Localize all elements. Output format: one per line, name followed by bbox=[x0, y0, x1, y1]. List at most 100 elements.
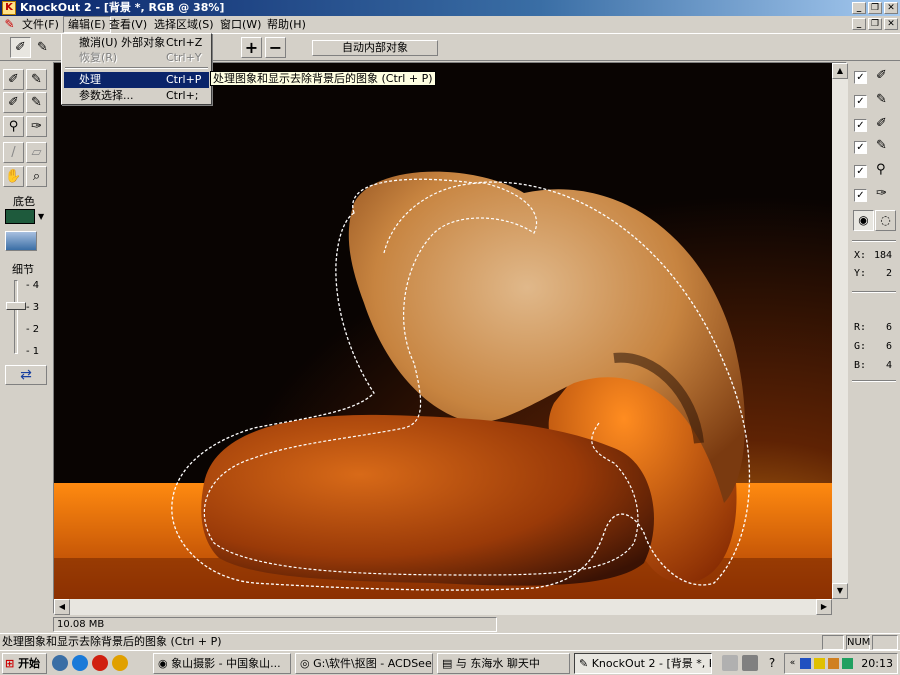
zoom-tool-icon[interactable]: ⌕ bbox=[26, 166, 47, 187]
warning-icon[interactable] bbox=[814, 658, 825, 669]
help-icon[interactable]: ? bbox=[764, 655, 780, 671]
check-icon[interactable]: ✓ bbox=[854, 189, 867, 202]
image-area[interactable] bbox=[54, 63, 832, 599]
show-desktop-icon[interactable] bbox=[52, 655, 68, 671]
internet-explorer-icon[interactable] bbox=[72, 655, 88, 671]
restore-icon[interactable]: ❐ bbox=[868, 2, 882, 14]
menu-window[interactable]: 窗口(W) bbox=[216, 16, 265, 33]
y-value: 2 bbox=[885, 268, 892, 279]
scroll-right-icon[interactable]: ▶ bbox=[816, 599, 832, 615]
y-label: Y: bbox=[854, 268, 867, 279]
scroll-up-icon[interactable]: ▲ bbox=[832, 63, 848, 79]
inside-polygon-icon[interactable]: ✐ bbox=[3, 92, 24, 113]
background-color-label: 底色 bbox=[13, 195, 35, 208]
knockout-app-icon[interactable]: K bbox=[2, 1, 16, 15]
r-value: 6 bbox=[885, 322, 892, 333]
menu-select[interactable]: 选择区域(S) bbox=[150, 16, 218, 33]
start-button[interactable]: ⊞ 开始 bbox=[2, 653, 47, 674]
layer-toggle-row[interactable]: ✓ ✑ bbox=[854, 186, 896, 204]
eraser-tool-icon[interactable]: ▱ bbox=[26, 142, 47, 163]
taskbar: ⊞ 开始 ◉ 象山摄影 - 中国象山... ◎ G:\软件\抠图 - ACDSe… bbox=[0, 650, 900, 675]
tray-expand-icon[interactable]: « bbox=[787, 658, 798, 669]
task-browser[interactable]: ◉ 象山摄影 - 中国象山... bbox=[153, 653, 291, 674]
menu-undo[interactable]: 撤消(U) 外部对象 Ctrl+Z bbox=[64, 35, 209, 51]
menu-help[interactable]: 帮助(H) bbox=[263, 16, 310, 33]
minus-button[interactable]: − bbox=[265, 37, 286, 58]
right-panel: ✓ ✐ ✓ ✎ ✓ ✐ ✓ ✎ ✓ ⚲ ✓ ✑ ◉ ◌ X: 184 Y: 2 R: 6 G: 6 … bbox=[848, 62, 900, 632]
detail-slider-track[interactable] bbox=[14, 280, 18, 354]
auto-inside-object-button[interactable]: 自动内部对象 bbox=[312, 40, 438, 56]
layer-toggle-row[interactable]: ✓ ✎ bbox=[854, 138, 896, 156]
check-icon[interactable]: ✓ bbox=[854, 71, 867, 84]
display-icon[interactable] bbox=[742, 655, 758, 671]
inside-lasso-icon[interactable]: ✐ bbox=[3, 69, 24, 90]
detail-slider-thumb[interactable] bbox=[6, 302, 26, 310]
document-icon[interactable]: ✎ bbox=[2, 17, 17, 32]
check-icon[interactable]: ✓ bbox=[854, 95, 867, 108]
scroll-left-icon[interactable]: ◀ bbox=[54, 599, 70, 615]
menu-process[interactable]: 处理 Ctrl+P bbox=[64, 72, 209, 88]
hand-tool-icon[interactable]: ✋ bbox=[3, 166, 24, 187]
title-bar[interactable]: K KnockOut 2 - [背景 *, RGB @ 38%] _ ❐ ✕ bbox=[0, 0, 900, 16]
doc-close-icon[interactable]: ✕ bbox=[884, 18, 898, 30]
layer-toggle-row[interactable]: ✓ ✐ bbox=[854, 68, 896, 86]
x-value: 184 bbox=[873, 250, 892, 261]
detail-tick-4: - 4 bbox=[26, 280, 40, 291]
r-label: R: bbox=[854, 322, 867, 333]
outside-polygon-icon[interactable]: ✎ bbox=[26, 92, 47, 113]
network-icon[interactable] bbox=[800, 658, 811, 669]
status-panel-caps bbox=[822, 635, 844, 650]
menu-redo[interactable]: 恢复(R) Ctrl+Y bbox=[64, 50, 209, 66]
doc-minimize-icon[interactable]: _ bbox=[852, 18, 866, 30]
outside-lasso-icon[interactable]: ✎ bbox=[26, 69, 47, 90]
tick-label: 3 bbox=[32, 302, 40, 313]
menu-process-label: 处理 bbox=[79, 73, 101, 86]
media-player-icon[interactable] bbox=[92, 655, 108, 671]
task-acdsee[interactable]: ◎ G:\软件\抠图 - ACDSee... bbox=[295, 653, 433, 674]
vertical-scrollbar[interactable]: ▲ ▼ bbox=[832, 63, 848, 599]
layer-toggle-row[interactable]: ✓ ✎ bbox=[854, 92, 896, 110]
task-knockout[interactable]: ✎ KnockOut 2 - [背景 *, R... bbox=[574, 653, 712, 674]
keyboard-icon[interactable] bbox=[722, 655, 738, 671]
plus-button[interactable]: + bbox=[241, 37, 262, 58]
brush-tool-icon[interactable]: / bbox=[3, 142, 24, 163]
b-readout: B: 4 bbox=[854, 360, 894, 371]
shell-photo[interactable] bbox=[54, 63, 832, 599]
messenger-icon[interactable] bbox=[112, 655, 128, 671]
menu-edit[interactable]: 编辑(E) bbox=[63, 16, 111, 33]
task-label: 与 东海水 聊天中 bbox=[455, 657, 540, 670]
chevron-down-icon[interactable]: ▼ bbox=[38, 212, 44, 221]
eye-icon[interactable]: ◉ bbox=[853, 210, 874, 231]
horizontal-scrollbar[interactable]: ◀ ▶ bbox=[54, 599, 832, 615]
outside-object-tool-icon[interactable]: ✎ bbox=[32, 37, 53, 58]
menu-file[interactable]: 文件(F) bbox=[18, 16, 63, 33]
status-bar: 处理图象和显示去除背景后的图象 (Ctrl + P) NUM bbox=[0, 633, 900, 650]
scroll-down-icon[interactable]: ▼ bbox=[832, 583, 848, 599]
task-chat[interactable]: ▤ 与 东海水 聊天中 bbox=[437, 653, 570, 674]
knockout-icon: ✎ bbox=[579, 657, 592, 670]
layer-toggle-row[interactable]: ✓ ✐ bbox=[854, 116, 896, 134]
background-color-swatch[interactable] bbox=[5, 209, 35, 224]
check-icon[interactable]: ✓ bbox=[854, 165, 867, 178]
check-icon[interactable]: ✓ bbox=[854, 119, 867, 132]
minimize-icon[interactable]: _ bbox=[852, 2, 866, 14]
document-size: 10.08 MB bbox=[53, 617, 497, 632]
check-icon[interactable]: ✓ bbox=[854, 141, 867, 154]
fill-tool-icon[interactable]: ⚲ bbox=[3, 116, 24, 137]
close-icon[interactable]: ✕ bbox=[884, 2, 898, 14]
security-icon[interactable] bbox=[842, 658, 853, 669]
menu-view[interactable]: 查看(V) bbox=[105, 16, 151, 33]
fill-tool-icon: ⚲ bbox=[876, 162, 886, 177]
preview-image-button[interactable] bbox=[5, 231, 37, 251]
divider bbox=[852, 240, 896, 242]
menu-preferences[interactable]: 参数选择... Ctrl+; bbox=[64, 88, 209, 104]
touchup-tool-icon[interactable]: ✑ bbox=[26, 116, 47, 137]
clock[interactable]: 20:13 bbox=[861, 657, 893, 670]
doc-restore-icon[interactable]: ❐ bbox=[868, 18, 882, 30]
inside-object-tool-icon[interactable]: ✐ bbox=[10, 37, 31, 58]
refresh-icon[interactable]: ⇄ bbox=[5, 365, 47, 385]
layer-toggle-row[interactable]: ✓ ⚲ bbox=[854, 162, 896, 180]
im-icon[interactable] bbox=[828, 658, 839, 669]
left-tool-panel: ✐ ✎ ✐ ✎ ⚲ ✑ / ▱ ✋ ⌕ 底色 ▼ 细节 - 4 - 3 - 2 … bbox=[0, 62, 52, 632]
lasso-view-icon[interactable]: ◌ bbox=[875, 210, 896, 231]
